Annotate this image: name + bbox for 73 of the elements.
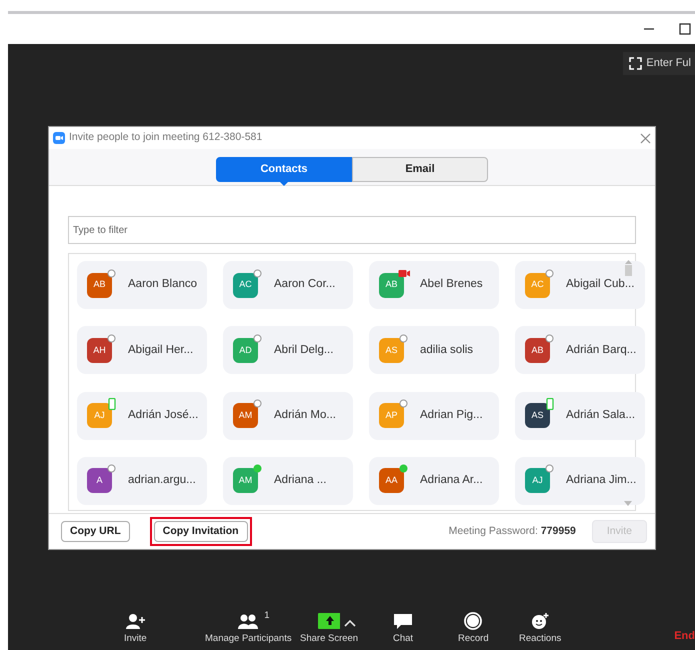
copy-button[interactable]: Copy URL [61,520,130,542]
contact-name: adilia solis [420,342,474,358]
contact-card[interactable]: A adrian.argu... [77,456,207,505]
toolbar-button[interactable]: Share Screen [300,612,358,646]
offline-status-icon [107,268,116,278]
contact-name: Adriana ... [274,473,326,488]
contact-card[interactable]: AB Abel Brenes [369,261,499,309]
people-icon [237,612,260,630]
offline-status-icon [253,268,262,278]
fullscreen-icon [629,56,642,70]
contact-name: Abel Brenes [420,277,483,292]
meeting-password: Meeting Password: 779959 [448,524,576,539]
offline-status-icon [545,334,554,343]
contact-card[interactable]: AS Adrián Sala... [515,392,645,440]
contact-card[interactable]: AC Aaron Cor... [223,261,353,309]
contact-card[interactable]: AM Adriana ... [223,456,353,505]
offline-status-icon [107,464,116,474]
copy-button[interactable]: Copy Invitation [154,520,248,542]
smiley-icon [529,612,552,630]
online-status-icon [253,464,262,474]
contact-name: Abril Delg... [274,342,334,358]
contact-card[interactable]: AC Abigail Cub... [515,261,645,309]
offline-status-icon [253,399,262,408]
contact-name: Adriana Jim... [566,473,636,488]
contact-name: adrian.argu... [128,473,196,488]
contact-name: Adrián José... [128,408,198,423]
contact-card[interactable]: AA Adriana Ar... [369,456,499,505]
record-icon [462,612,484,630]
toolbar-button[interactable]: Reactions [519,612,562,646]
contact-card[interactable]: AH Abigail Her... [77,326,207,374]
upload-arrow-icon [318,612,340,630]
online-status-icon [399,464,408,474]
offline-status-icon [107,334,116,343]
close-icon[interactable] [640,132,651,144]
contact-name: Adrian Pig... [420,408,483,423]
contact-card[interactable]: AD Abril Delg... [223,326,353,374]
contact-name: Adrián Mo... [274,408,336,423]
contact-card[interactable]: AJ Adriana Jim... [515,456,645,505]
offline-status-icon [253,334,262,343]
phone-status-icon [108,398,116,410]
fullscreen-button[interactable]: Enter Ful [623,52,695,74]
app-icon [53,132,65,144]
toolbar-button[interactable]: 1 Manage Participants [205,612,292,646]
participant-count: 1 [264,609,270,623]
contact-card[interactable]: AS adilia solis [369,326,499,374]
contact-name: Abigail Her... [128,342,194,358]
contact-name: Adrián Barq... [566,342,636,358]
maximize-icon[interactable] [679,23,691,35]
contact-card[interactable]: AM Adrián Mo... [223,392,353,440]
toolbar-button[interactable]: Invite [124,612,147,646]
contact-card[interactable]: AB Aaron Blanco [77,261,207,309]
toolbar-button[interactable]: Chat [392,612,414,646]
scrollbar-thumb-icon[interactable] [624,260,632,276]
contact-name: Abigail Cub... [566,277,634,292]
contact-card[interactable]: AP Adrian Pig... [369,392,499,440]
offline-status-icon [545,464,554,474]
video-status-icon [398,268,410,278]
contact-card[interactable]: AB Adrián Barq... [515,326,645,374]
dialog-title: Invite people to join meeting 612-380-581 [69,130,262,146]
tab[interactable]: Email [352,157,488,182]
phone-status-icon [546,398,554,410]
contact-name: Aaron Blanco [128,277,198,292]
speech-bubble-icon [392,612,414,630]
contact-name: Adrián Sala... [566,408,636,423]
contact-name: Aaron Cor... [274,277,336,292]
offline-status-icon [399,399,408,408]
contact-name: Adriana Ar... [420,473,483,488]
offline-status-icon [545,268,554,278]
filter-field[interactable]: Type to filter [68,216,636,244]
contact-card[interactable]: AJ Adrián José... [77,392,207,440]
offline-status-icon [399,334,408,343]
add-person-icon [124,612,146,630]
toolbar-button[interactable]: Record [458,612,489,646]
